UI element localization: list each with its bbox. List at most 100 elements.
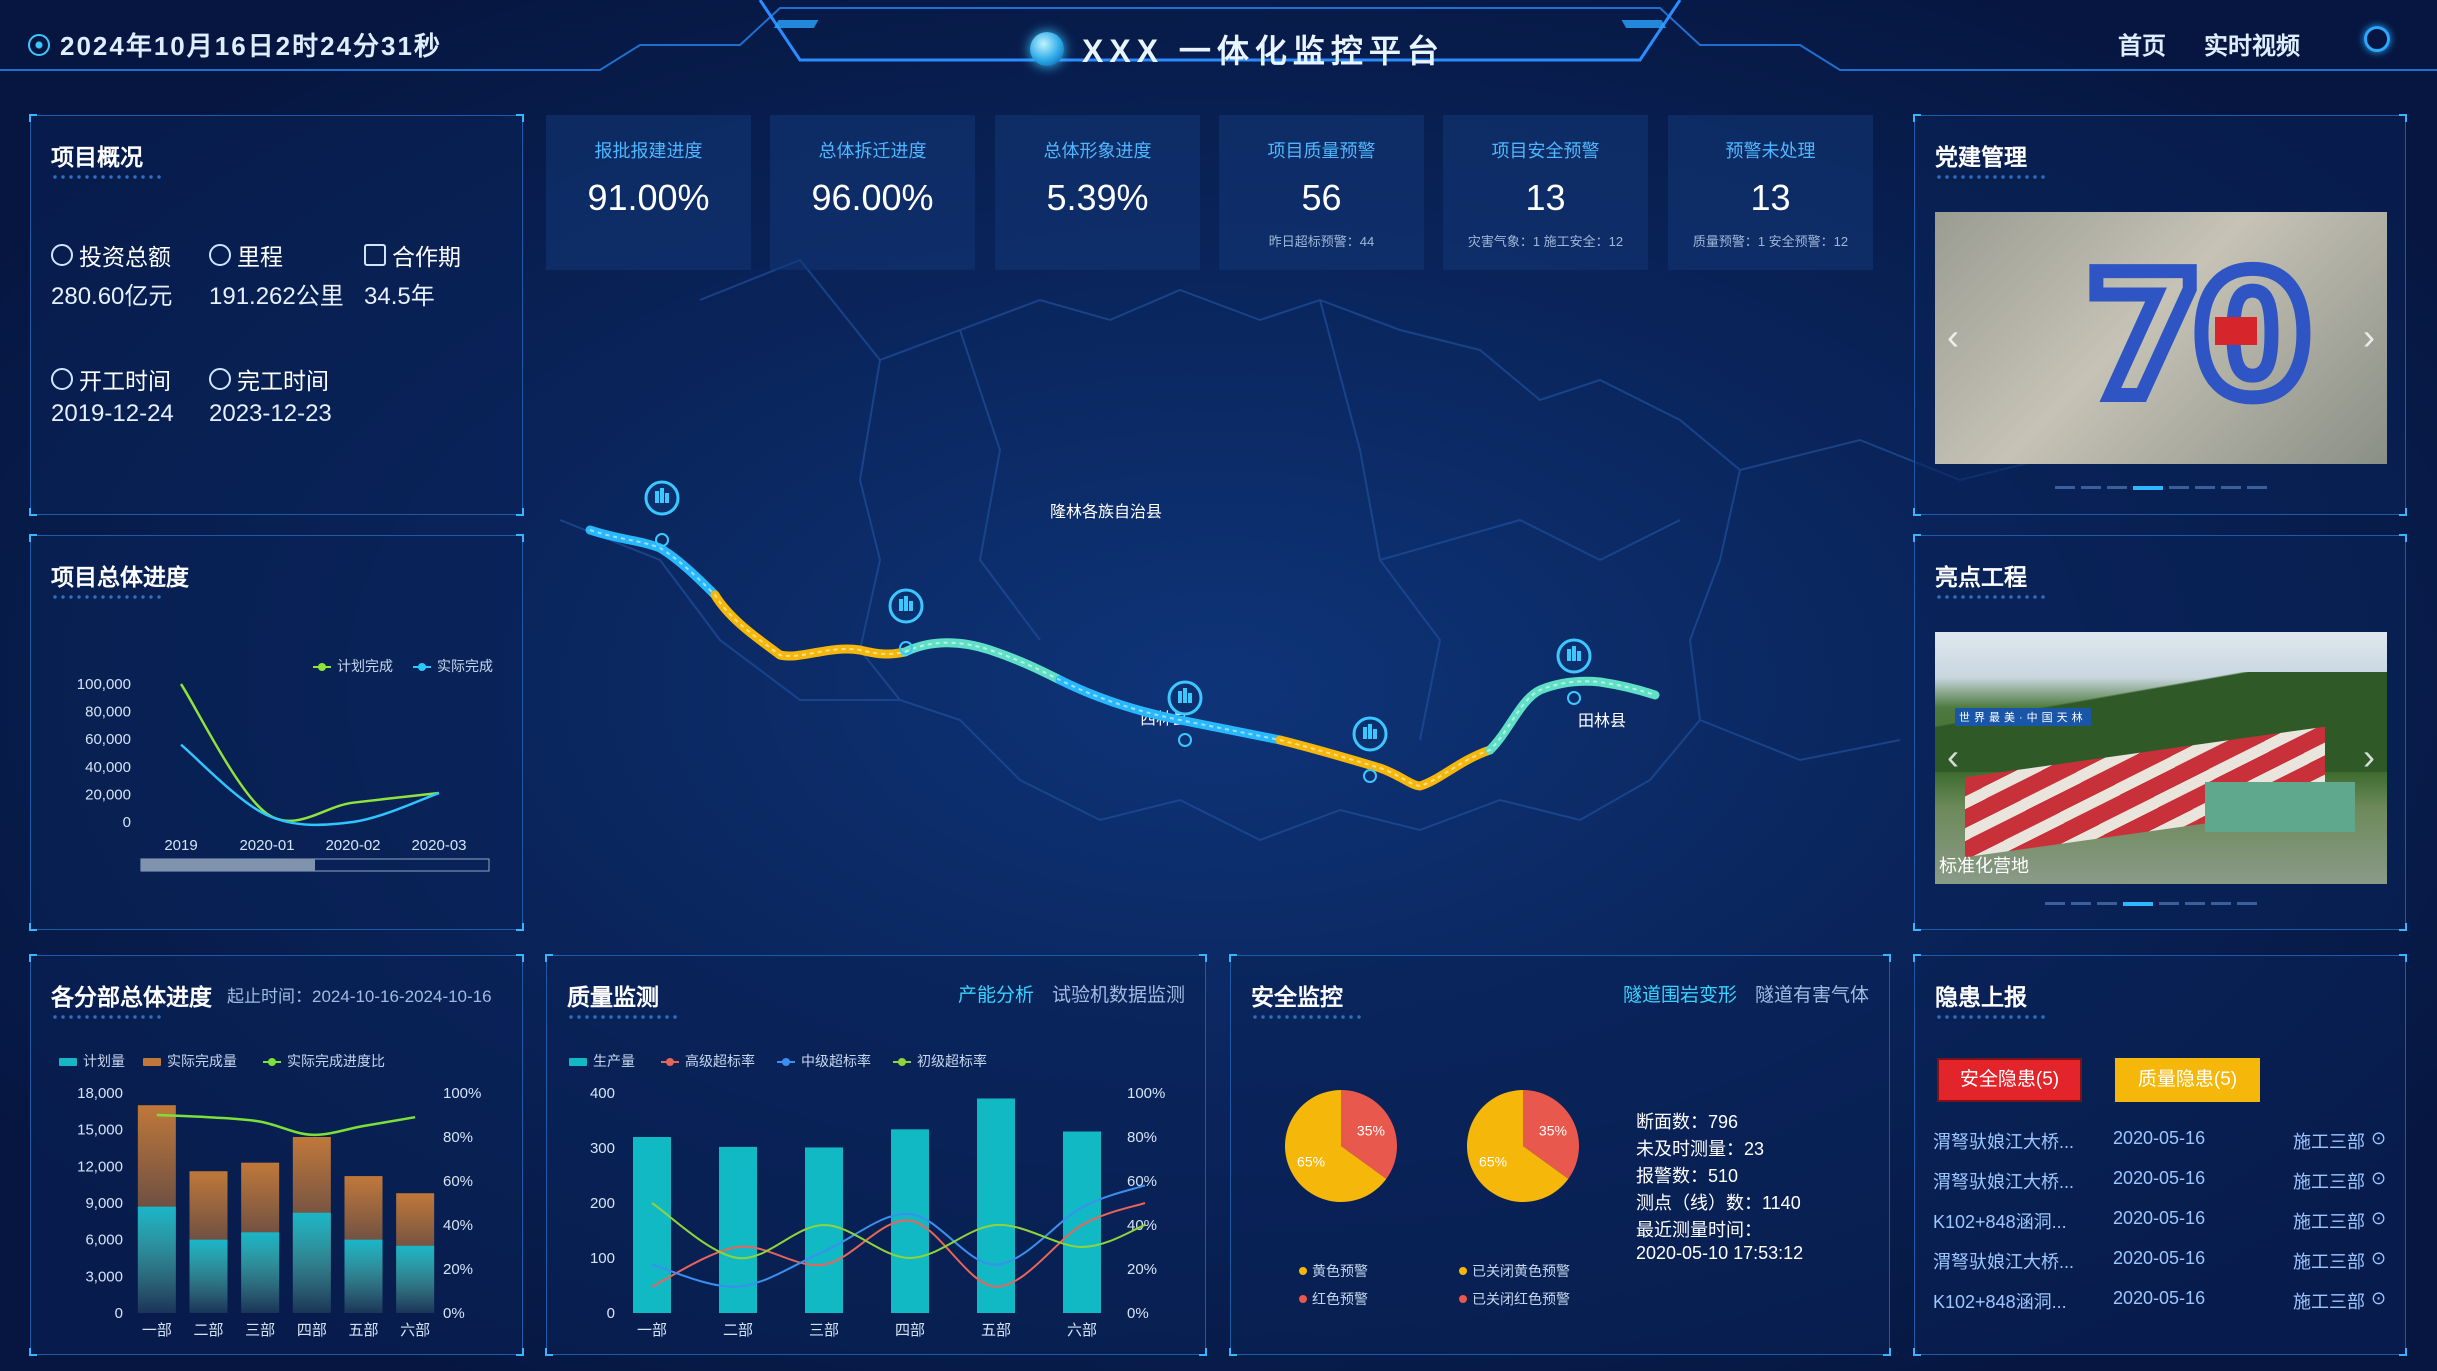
carousel-dot[interactable] <box>2185 902 2205 905</box>
bar-plan <box>137 1206 176 1313</box>
legend-ratio-dot <box>268 1058 276 1066</box>
location-icon[interactable]: ⊙ <box>2371 1248 2386 1274</box>
panel-corner <box>545 954 553 962</box>
carousel-dot[interactable] <box>2221 486 2241 489</box>
series-line-1 <box>180 743 440 827</box>
zoom-slider-handle <box>141 859 315 871</box>
legend-yellow-warning: 黄色预警 <box>1299 1261 1459 1281</box>
carousel-prev-icon[interactable]: ‹ <box>1947 316 1959 358</box>
kpi-quality-warning[interactable]: 项目质量预警 56 昨日超标预警：44 <box>1219 115 1424 270</box>
series-line-0 <box>179 683 440 823</box>
carousel-dot[interactable] <box>2195 486 2215 489</box>
kpi-value: 13 <box>1750 177 1791 218</box>
kpi-unhandled-warning[interactable]: 预警未处理 13 质量预警：1 安全预警：12 <box>1668 115 1873 270</box>
carousel-dot[interactable] <box>2071 902 2091 905</box>
location-icon[interactable]: ⊙ <box>2371 1128 2386 1154</box>
overview-investment-label: 投资总额 <box>51 238 171 272</box>
header-datetime: 2024年10月16日2时24分31秒 <box>28 26 442 63</box>
clock-icon <box>28 33 50 56</box>
location-icon[interactable]: ⊙ <box>2371 1168 2386 1194</box>
kpi-label: 总体形象进度 <box>1043 141 1152 161</box>
project-progress-panel: 项目总体进度 计划完成 实际完成 100,000 80,000 60,000 40,000… <box>29 534 524 931</box>
carousel-dot[interactable] <box>2107 486 2127 489</box>
carousel-prev-icon[interactable]: ‹ <box>1947 736 1959 778</box>
hazard-row[interactable]: 渭弩驮娘江大桥... 2020-05-16 施工三部 ⊙ <box>1933 1248 2386 1274</box>
location-icon[interactable]: ⊙ <box>2371 1208 2386 1234</box>
nav-home[interactable]: 首页 <box>2118 26 2166 61</box>
pie-slice-label: 35% <box>1357 1123 1385 1139</box>
hazard-name: K102+848涵洞... <box>1933 1292 2067 1312</box>
kpi-safety-warning[interactable]: 项目安全预警 13 灾害气象：1 施工安全：12 <box>1443 115 1648 270</box>
legend-plan-swatch <box>59 1058 77 1066</box>
legend-label: 已关闭黄色预警 <box>1472 1263 1570 1279</box>
tab-tunnel-deformation[interactable]: 隧道围岩变形 <box>1623 980 1737 1007</box>
overview-start-value: 2019-12-24 <box>51 400 174 427</box>
legend-label: 黄色预警 <box>1312 1263 1368 1279</box>
panel-corner <box>1229 954 1237 962</box>
panel-corner <box>2399 954 2407 962</box>
bar-production <box>719 1146 757 1313</box>
tab-test-machine[interactable]: 试验机数据监测 <box>1052 980 1185 1007</box>
hazard-row[interactable]: K102+848涵洞... 2020-05-16 施工三部 ⊙ <box>1933 1208 2386 1234</box>
panel-title: 亮点工程 <box>1935 564 2027 590</box>
carousel-dot[interactable] <box>2081 486 2101 489</box>
hazard-row[interactable]: 渭弩驮娘江大桥... 2020-05-16 施工三部 ⊙ <box>1933 1128 2386 1154</box>
stat-unmeasured: 未及时测量：23 <box>1636 1139 1765 1159</box>
safety-hazard-button[interactable]: 安全隐患(5) <box>1937 1058 2082 1102</box>
panel-corner <box>1913 1348 1921 1356</box>
x-tick-label: 2020-02 <box>325 837 380 854</box>
carousel-dot-active[interactable] <box>2133 486 2163 490</box>
x-tick-label: 四部 <box>895 1322 925 1339</box>
panel-corner <box>1199 1348 1207 1356</box>
bar-production <box>805 1147 843 1313</box>
carousel-dot[interactable] <box>2237 902 2257 905</box>
hazard-dept: 施工三部 <box>2293 1212 2365 1232</box>
panel-corner <box>516 114 524 122</box>
y-tick-label: 3,000 <box>85 1268 123 1285</box>
legend-plan-dot <box>318 663 326 671</box>
x-tick-label: 二部 <box>193 1322 223 1339</box>
party-photo: 70 <box>1935 212 2387 464</box>
kpi-label: 报批报建进度 <box>594 141 703 161</box>
carousel-dot-active[interactable] <box>2123 902 2153 906</box>
carousel-dot[interactable] <box>2247 486 2267 489</box>
carousel-next-icon[interactable]: › <box>2363 316 2375 358</box>
legend-actual-dot <box>418 663 426 671</box>
kpi-label: 项目安全预警 <box>1491 141 1600 161</box>
location-icon[interactable]: ⊙ <box>2371 1288 2386 1314</box>
carousel-dot[interactable] <box>2211 902 2231 905</box>
carousel-dot[interactable] <box>2159 902 2179 905</box>
hazard-row[interactable]: 渭弩驮娘江大桥... 2020-05-16 施工三部 ⊙ <box>1933 1168 2386 1194</box>
legend-actual-label: 实际完成 <box>437 658 493 674</box>
carousel-next-icon[interactable]: › <box>2363 736 2375 778</box>
hazard-row[interactable]: K102+848涵洞... 2020-05-16 施工三部 ⊙ <box>1933 1288 2386 1314</box>
tab-tunnel-gas[interactable]: 隧道有害气体 <box>1755 980 1869 1007</box>
bar-plan <box>189 1239 228 1313</box>
carousel-dot[interactable] <box>2045 902 2065 905</box>
kpi-approval-progress: 报批报建进度 91.00% <box>546 115 751 270</box>
tab-capacity-analysis[interactable]: 产能分析 <box>958 980 1034 1007</box>
y-tick-label: 9,000 <box>85 1195 123 1212</box>
hazard-name: 渭弩驮娘江大桥... <box>1933 1132 2075 1152</box>
legend-mid-rate-dot <box>782 1058 790 1066</box>
power-icon[interactable] <box>2364 26 2390 52</box>
hazard-date: 2020-05-16 <box>2113 1168 2206 1188</box>
overview-term-value: 34.5年 <box>364 283 435 310</box>
carousel-dot[interactable] <box>2169 486 2189 489</box>
overview-term-label: 合作期 <box>364 238 461 272</box>
x-tick-label: 一部 <box>637 1322 667 1339</box>
party-building-panel: 党建管理 70 ‹ › <box>1913 114 2407 516</box>
quality-hazard-button[interactable]: 质量隐患(5) <box>2115 1058 2260 1102</box>
carousel-dot[interactable] <box>2055 486 2075 489</box>
nav-realtime-video[interactable]: 实时视频 <box>2204 26 2300 61</box>
highlight-project-panel: 亮点工程 世界最美·中国天林 标准化营地 ‹ › <box>1913 534 2407 931</box>
y2-tick-label: 0% <box>1127 1305 1149 1322</box>
bar-production <box>1063 1131 1101 1313</box>
carousel-dot[interactable] <box>2097 902 2117 905</box>
panel-corner <box>516 1348 524 1356</box>
pie-slice-label: 35% <box>1539 1123 1567 1139</box>
label-text: 合作期 <box>392 244 461 270</box>
panel-corner <box>2399 923 2407 931</box>
y2-tick-label: 100% <box>443 1085 481 1102</box>
safety-tabs: 隧道围岩变形 隧道有害气体 <box>1623 980 1869 1007</box>
